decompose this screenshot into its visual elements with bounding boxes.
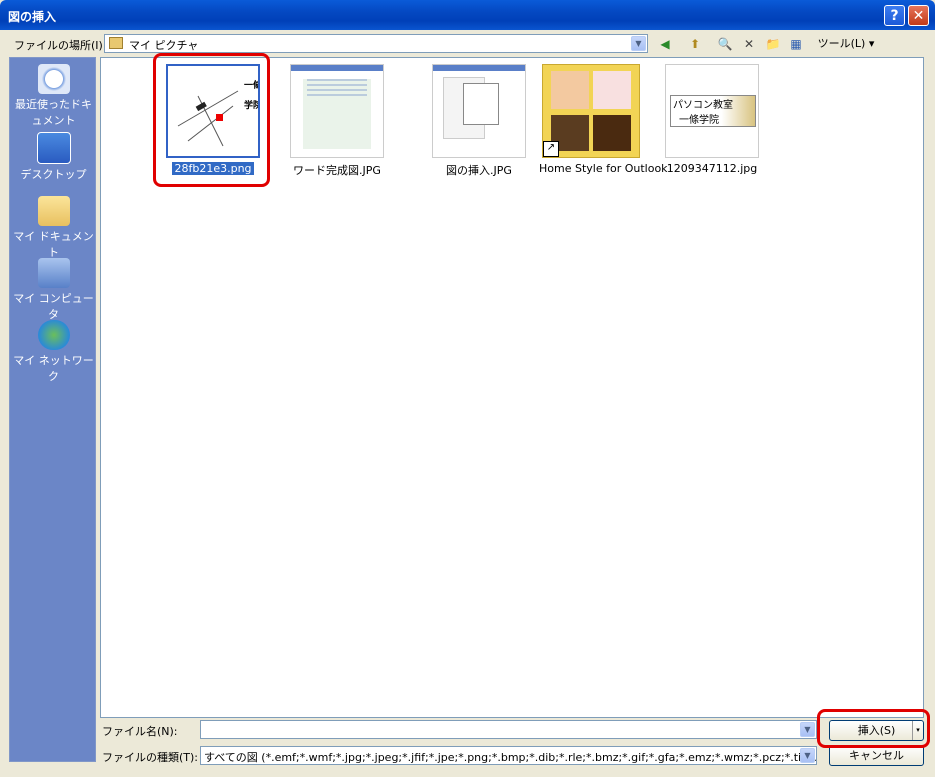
- lookin-label: ファイルの場所(I):: [14, 39, 107, 52]
- place-my-computer[interactable]: マイ コンピュータ: [10, 258, 97, 322]
- file-item[interactable]: ワード完成図.JPG: [289, 64, 385, 178]
- thumbnail-text-image: パソコン教室 一條学院: [665, 64, 759, 158]
- place-my-network[interactable]: マイ ネットワーク: [10, 320, 97, 384]
- filetype-select[interactable]: すべての図 (*.emf;*.wmf;*.jpg;*.jpeg;*.jfif;*…: [200, 746, 817, 765]
- places-bar: 最近使ったドキュメント デスクトップ マイ ドキュメント マイ コンピュータ マ…: [9, 57, 96, 762]
- chevron-down-icon[interactable]: ▼: [631, 36, 646, 51]
- filename-input[interactable]: ▼: [200, 720, 817, 739]
- file-name: 図の挿入.JPG: [446, 164, 512, 177]
- thumbnail-folder: ↗: [542, 64, 640, 158]
- place-my-documents[interactable]: マイ ドキュメント: [10, 196, 97, 260]
- thumbnail-screenshot: [432, 64, 526, 158]
- my-documents-icon: [37, 196, 70, 226]
- folder-icon: [109, 37, 123, 49]
- views-icon[interactable]: ▦: [785, 35, 807, 53]
- shortcut-arrow-icon: ↗: [543, 141, 559, 157]
- place-label: マイ ネットワーク: [13, 354, 94, 383]
- file-name: ワード完成図.JPG: [293, 164, 381, 177]
- desktop-icon: [36, 132, 71, 164]
- lookin-dropdown[interactable]: マイ ピクチャ ▼: [104, 34, 648, 53]
- file-item[interactable]: パソコン教室 一條学院 1209347112.jpg: [664, 64, 760, 175]
- filetype-value: すべての図 (*.emf;*.wmf;*.jpg;*.jpeg;*.jfif;*…: [204, 751, 816, 764]
- place-label: マイ コンピュータ: [13, 292, 94, 321]
- insert-picture-dialog: 図の挿入 ? ✕ ファイルの場所(I): マイ ピクチャ ▼ ◀ ⬆ 🔍 ✕ 📁…: [0, 0, 935, 777]
- highlight-insert-button: [817, 709, 930, 748]
- tools-menu[interactable]: ツール(L) ▾: [815, 35, 877, 53]
- new-folder-icon[interactable]: 📁: [762, 35, 784, 53]
- thumbnail-document: [290, 64, 384, 158]
- recent-documents-icon: [37, 64, 70, 94]
- thumb-text-pc-class: パソコン教室: [673, 100, 733, 111]
- lookin-value: マイ ピクチャ: [129, 39, 199, 52]
- filename-label: ファイル名(N):: [102, 725, 178, 738]
- place-desktop[interactable]: デスクトップ: [10, 132, 97, 182]
- my-network-icon: [37, 320, 70, 350]
- chevron-down-icon[interactable]: ▼: [800, 722, 815, 737]
- my-computer-icon: [37, 258, 70, 288]
- place-label: デスクトップ: [20, 168, 87, 181]
- highlight-selected-file: [153, 53, 270, 187]
- place-label: マイ ドキュメント: [13, 230, 94, 259]
- file-name: 1209347112.jpg: [666, 162, 758, 175]
- delete-icon[interactable]: ✕: [738, 35, 760, 53]
- place-recent[interactable]: 最近使ったドキュメント: [10, 64, 97, 128]
- place-label: 最近使ったドキュメント: [15, 98, 92, 127]
- cancel-button[interactable]: キャンセル: [829, 745, 924, 766]
- up-folder-icon[interactable]: ⬆: [684, 35, 706, 53]
- search-web-icon[interactable]: 🔍: [714, 35, 736, 53]
- file-name: Home Style for Outlook: [539, 162, 668, 175]
- help-button[interactable]: ?: [884, 5, 905, 26]
- thumb-text-school: 一條学院: [679, 115, 719, 126]
- title-bar[interactable]: 図の挿入 ? ✕: [0, 0, 935, 30]
- filetype-label: ファイルの種類(T):: [102, 751, 199, 764]
- back-icon[interactable]: ◀: [654, 35, 676, 53]
- file-item[interactable]: 図の挿入.JPG: [431, 64, 527, 178]
- chevron-down-icon[interactable]: ▼: [800, 748, 815, 763]
- dialog-title: 図の挿入: [8, 10, 57, 24]
- close-button[interactable]: ✕: [908, 5, 929, 26]
- file-item[interactable]: ↗ Home Style for Outlook: [539, 64, 668, 175]
